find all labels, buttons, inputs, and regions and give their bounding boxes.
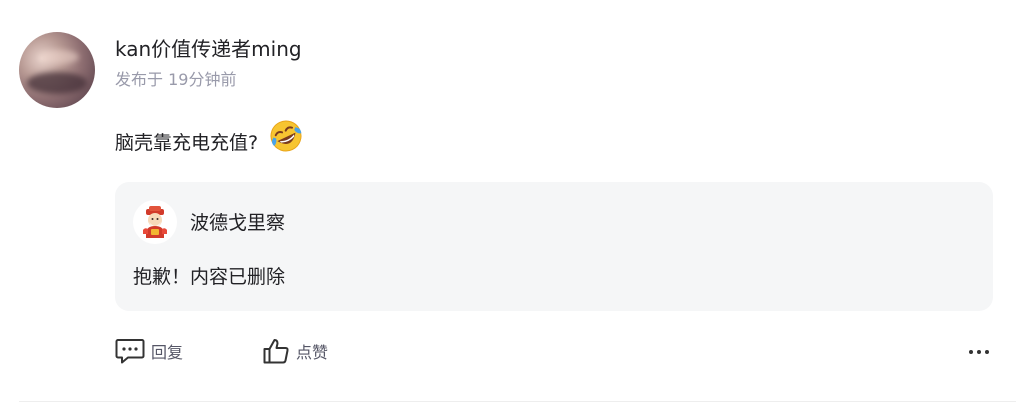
rolling-on-floor-laughing-emoji-icon — [270, 120, 302, 152]
more-options-icon[interactable] — [962, 340, 996, 364]
comment-icon — [115, 339, 145, 364]
post-text: 脑壳靠充电充值? — [115, 132, 259, 154]
divider — [19, 401, 1016, 402]
quote-author-avatar[interactable] — [133, 200, 177, 244]
thumbs-up-icon — [263, 339, 289, 364]
quoted-comment-card[interactable]: 波德戈里察 抱歉！内容已删除 — [115, 182, 993, 311]
quote-author-name[interactable]: 波德戈里察 — [190, 210, 285, 236]
publish-time: 发布于 19分钟前 — [115, 70, 237, 89]
like-button[interactable]: 点赞 — [262, 336, 328, 366]
author-name[interactable]: kan价值传递者ming — [115, 36, 302, 62]
post-content: 脑壳靠充电充值? — [115, 120, 304, 158]
comment-post: kan价值传递者ming 发布于 19分钟前 脑壳靠充电充值? 波德戈里察 抱歉… — [0, 0, 1030, 404]
reply-label: 回复 — [151, 343, 184, 362]
god-of-wealth-icon — [143, 206, 167, 238]
reply-button[interactable]: 回复 — [115, 336, 183, 366]
author-avatar[interactable] — [19, 32, 95, 108]
quote-text: 抱歉！内容已删除 — [133, 266, 286, 288]
like-label: 点赞 — [296, 343, 329, 362]
